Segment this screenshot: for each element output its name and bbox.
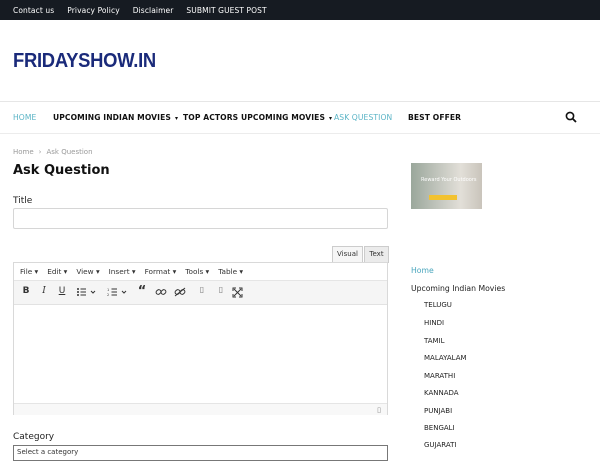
search-icon[interactable] — [565, 111, 577, 123]
nav-upcoming-label: UPCOMING INDIAN MOVIES — [53, 113, 171, 122]
nav-top-actors[interactable]: TOP ACTORS UPCOMING MOVIES ▾ — [183, 113, 332, 122]
sidebar-subitem-telugu[interactable]: TELUGU — [424, 301, 452, 309]
nav-ask-question[interactable]: ASK QUESTION — [334, 113, 392, 122]
sidebar-item-upcoming[interactable]: Upcoming Indian Movies — [411, 284, 505, 293]
ad-cta-button[interactable] — [429, 195, 457, 200]
top-link-privacy[interactable]: Privacy Policy — [67, 6, 120, 15]
category-label: Category — [13, 432, 55, 442]
sidebar-subitem-hindi[interactable]: HINDI — [424, 319, 444, 327]
more-tag-icon: ▯ — [199, 285, 205, 294]
menu-file[interactable]: File ▾ — [20, 267, 38, 276]
nav-best-offer-label: BEST OFFER — [408, 113, 462, 122]
chevron-down-icon: ▾ — [329, 115, 333, 122]
ad-heading: Reward Your Outdoors — [421, 177, 477, 183]
sidebar-subitem-punjabi[interactable]: PUNJABI — [424, 407, 452, 415]
fullscreen-icon — [232, 287, 243, 298]
top-link-disclaimer[interactable]: Disclaimer — [133, 6, 174, 15]
main-nav: HOME UPCOMING INDIAN MOVIES ▾ TOP ACTORS … — [0, 102, 600, 133]
breadcrumb-home[interactable]: Home — [13, 148, 34, 156]
bullet-list-button[interactable] — [76, 287, 98, 297]
breadcrumb: Home › Ask Question — [13, 148, 93, 156]
breadcrumb-current: Ask Question — [46, 148, 93, 156]
top-bar: Contact us Privacy Policy Disclaimer SUB… — [0, 0, 600, 20]
chevron-down-icon: ▾ — [174, 115, 179, 122]
sidebar-item-home[interactable]: Home — [411, 266, 434, 275]
quote-icon: “ — [137, 284, 147, 299]
fullscreen-button[interactable] — [232, 287, 246, 298]
title-label: Title — [13, 196, 33, 206]
nav-best-offer[interactable]: BEST OFFER — [408, 113, 461, 122]
title-input[interactable] — [13, 208, 388, 229]
menu-view[interactable]: View ▾ — [76, 267, 99, 276]
link-icon — [155, 289, 167, 295]
editor-statusbar: ▯ — [14, 403, 387, 415]
nav-upcoming-indian-movies[interactable]: UPCOMING INDIAN MOVIES ▾ — [53, 113, 178, 122]
nav-top-actors-label: TOP ACTORS UPCOMING MOVIES — [183, 113, 326, 122]
top-link-guest-post[interactable]: SUBMIT GUEST POST — [186, 6, 266, 15]
site-logo[interactable]: FRIDAYSHOW.IN — [13, 50, 156, 73]
category-select[interactable]: Select a category — [13, 445, 388, 461]
insert-more-button[interactable]: ▯ — [195, 285, 209, 294]
sidebar-subitem-marathi[interactable]: MARATHI — [424, 372, 455, 380]
menu-tools[interactable]: Tools ▾ — [185, 267, 209, 276]
italic-button[interactable]: I — [37, 286, 51, 296]
editor-menubar: File ▾ Edit ▾ View ▾ Insert ▾ Format ▾ T… — [14, 263, 387, 281]
sidebar-subitem-bengali[interactable]: BENGALI — [424, 424, 455, 432]
sidebar-subitem-malayalam[interactable]: MALAYALAM — [424, 354, 467, 362]
editor-toolbar: B I U 1 2 “ ▯ ▯ — [14, 281, 387, 305]
sidebar-subitem-gujarati[interactable]: GUJARATI — [424, 441, 456, 449]
nav-home-label: HOME — [13, 113, 37, 122]
bullet-list-icon — [77, 288, 96, 296]
page-title: Ask Question — [13, 163, 110, 178]
link-button[interactable] — [155, 287, 169, 297]
sidebar-subitem-tamil[interactable]: TAMIL — [424, 337, 445, 345]
toolbar-toggle-icon: ▯ — [218, 285, 224, 294]
underline-button[interactable]: U — [55, 286, 69, 296]
rich-text-editor: File ▾ Edit ▾ View ▾ Insert ▾ Format ▾ T… — [13, 262, 388, 415]
sidebar-ad-banner[interactable]: Reward Your Outdoors — [411, 163, 482, 233]
editor-content-area[interactable] — [14, 305, 387, 403]
svg-text:1: 1 — [107, 288, 109, 292]
unlink-icon — [174, 287, 186, 297]
sidebar-subitem-kannada[interactable]: KANNADA — [424, 389, 459, 397]
divider — [0, 133, 600, 134]
unlink-button[interactable] — [174, 287, 188, 297]
tab-visual[interactable]: Visual — [332, 246, 363, 263]
nav-ask-label: ASK QUESTION — [334, 113, 393, 122]
tab-text[interactable]: Text — [364, 246, 389, 263]
menu-table[interactable]: Table ▾ — [218, 267, 243, 276]
menu-insert[interactable]: Insert ▾ — [109, 267, 136, 276]
top-link-contact[interactable]: Contact us — [13, 6, 54, 15]
menu-edit[interactable]: Edit ▾ — [47, 267, 67, 276]
menu-format[interactable]: Format ▾ — [145, 267, 177, 276]
ad-photo — [411, 163, 482, 209]
nav-home[interactable]: HOME — [13, 113, 36, 122]
resize-handle-icon[interactable]: ▯ — [377, 406, 381, 414]
toolbar-toggle-button[interactable]: ▯ — [214, 285, 228, 294]
category-select-value: Select a category — [17, 448, 79, 456]
numbered-list-icon: 1 2 — [107, 288, 127, 297]
breadcrumb-separator: › — [38, 148, 42, 156]
blockquote-button[interactable]: “ — [135, 284, 149, 299]
bold-button[interactable]: B — [19, 286, 33, 296]
numbered-list-button[interactable]: 1 2 — [107, 287, 129, 297]
svg-text:2: 2 — [107, 293, 109, 297]
